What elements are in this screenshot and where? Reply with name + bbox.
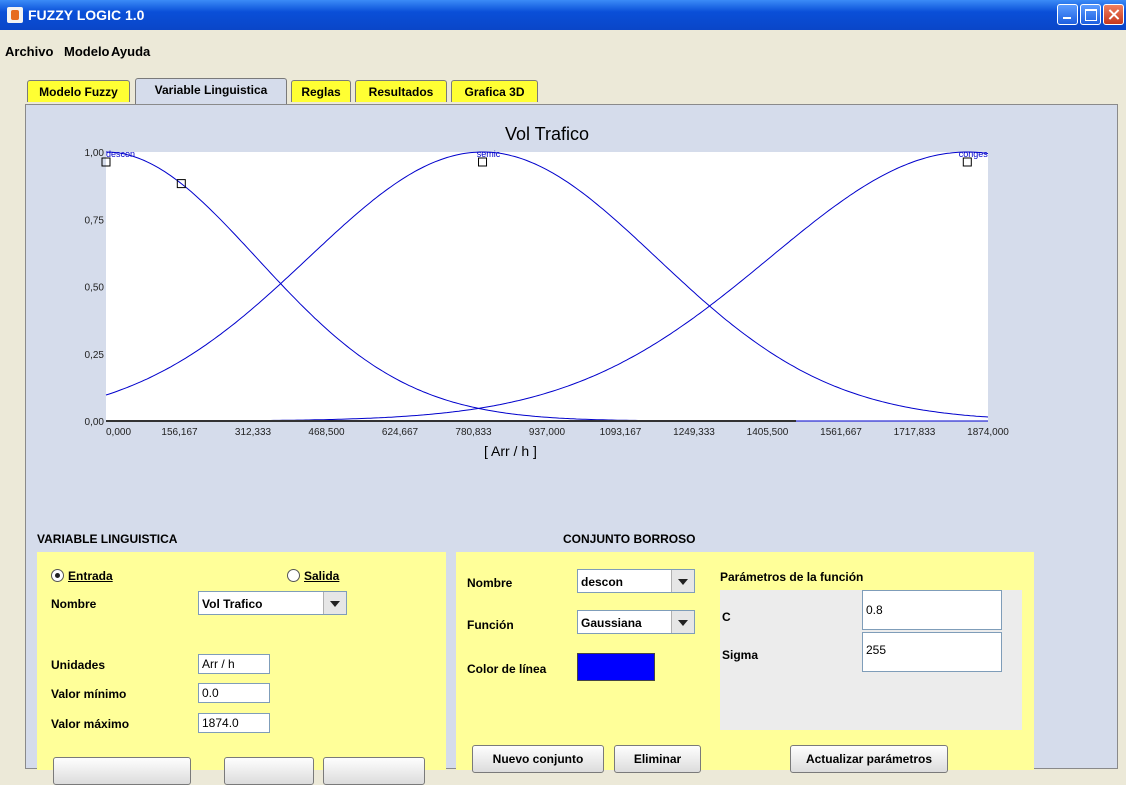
tab-modelo-fuzzy[interactable]: Modelo Fuzzy (27, 80, 130, 102)
eliminar-variable-button[interactable] (224, 757, 314, 785)
y-tick-label: 0,50 (85, 283, 105, 294)
x-tick-label: 156,167 (161, 427, 198, 438)
valor-minimo-label: Valor mínimo (51, 687, 127, 701)
valor-maximo-label: Valor máximo (51, 717, 130, 731)
funcion-combo[interactable]: Gaussiana (577, 610, 695, 634)
x-tick-label: 1405,500 (747, 427, 789, 438)
y-tick-label: 0,25 (85, 350, 105, 361)
chevron-down-icon[interactable] (671, 611, 694, 633)
sigma-field[interactable]: 255 (862, 632, 1002, 672)
conjunto-form: Nombre descon Función Gaussiana Color de… (456, 552, 1034, 773)
x-tick-label: 1561,667 (820, 427, 862, 438)
variable-nombre-combo[interactable]: Vol Trafico (198, 591, 347, 615)
conjunto-section-title: CONJUNTO BORROSO (563, 532, 696, 546)
minimize-button[interactable] (1057, 4, 1078, 25)
params-area: C 0.8 Sigma 255 (720, 590, 1022, 730)
line-color-swatch[interactable] (577, 653, 655, 681)
java-app-icon (7, 7, 23, 23)
unidades-label: Unidades (51, 658, 106, 672)
tab-resultados[interactable]: Resultados (355, 80, 447, 102)
y-tick-label: 1,00 (85, 148, 105, 159)
radio-entrada[interactable]: Entrada (51, 569, 113, 583)
nombre-label: Nombre (51, 597, 97, 611)
x-tick-label: 780,833 (455, 427, 492, 438)
tab-reglas[interactable]: Reglas (291, 80, 351, 102)
x-tick-label: 1874,000 (967, 427, 1009, 438)
tab-variable-linguistica[interactable]: Variable Linguistica (135, 78, 287, 104)
radio-entrada-indicator (51, 569, 64, 582)
title-bar: FUZZY LOGIC 1.0 (0, 0, 1126, 30)
actualizar-variable-button[interactable] (323, 757, 425, 785)
menu-modelo[interactable]: Modelo (64, 44, 110, 59)
y-tick-label: 0,00 (85, 417, 105, 428)
main-panel: Vol Trafico 0,00 0,25 0,50 0,75 1,00 0,000 15… (25, 104, 1118, 785)
c-field[interactable]: 0.8 (862, 590, 1002, 630)
radio-salida-indicator (287, 569, 300, 582)
funcion-label: Función (467, 618, 514, 632)
radio-salida[interactable]: Salida (287, 569, 339, 583)
radio-entrada-label: Entrada (68, 569, 113, 583)
x-tick-label: 624,667 (382, 427, 419, 438)
plot-area (106, 152, 988, 421)
params-title: Parámetros de la función (720, 570, 864, 584)
chevron-down-icon[interactable] (323, 592, 346, 614)
y-tick-label: 0,75 (85, 215, 105, 226)
x-tick-label: 937,000 (529, 427, 566, 438)
nueva-variable-button[interactable] (53, 757, 191, 785)
funcion-value: Gaussiana (581, 616, 642, 630)
sigma-label: Sigma (722, 648, 759, 662)
menu-ayuda[interactable]: Ayuda (111, 44, 150, 59)
chevron-down-icon[interactable] (671, 570, 694, 592)
chart-title: Vol Trafico (505, 124, 589, 144)
conjunto-nombre-combo[interactable]: descon (577, 569, 695, 593)
close-button[interactable] (1103, 4, 1124, 25)
maximize-button[interactable] (1080, 4, 1101, 25)
x-tick-label: 312,333 (235, 427, 272, 438)
valor-minimo-field[interactable]: 0.0 (198, 683, 270, 703)
radio-salida-label: Salida (304, 569, 340, 583)
x-tick-label: 1249,333 (673, 427, 715, 438)
variable-nombre-value: Vol Trafico (202, 597, 263, 611)
series-label-conges: conges (959, 149, 989, 159)
x-axis-label: [ Arr / h ] (484, 443, 537, 459)
variable-section-title: VARIABLE LINGUISTICA (37, 532, 178, 546)
unidades-field[interactable]: Arr / h (198, 654, 270, 674)
menu-archivo[interactable]: Archivo (5, 44, 53, 59)
c-label: C (722, 610, 731, 624)
window-title: FUZZY LOGIC 1.0 (28, 7, 145, 23)
membership-chart: Vol Trafico 0,00 0,25 0,50 0,75 1,00 0,000 15… (85, 124, 1010, 438)
series-label-semic: semic (477, 149, 501, 159)
x-tick-label: 468,500 (308, 427, 345, 438)
color-linea-label: Color de línea (467, 662, 547, 676)
menu-bar: Archivo Modelo Ayuda (0, 30, 1126, 66)
x-tick-label: 1093,167 (600, 427, 642, 438)
valor-maximo-field[interactable]: 1874.0 (198, 713, 270, 733)
x-tick-label: 0,000 (106, 427, 131, 438)
x-tick-label: 1717,833 (894, 427, 936, 438)
conjunto-nombre-label: Nombre (467, 576, 513, 590)
tab-grafica-3d[interactable]: Grafica 3D (451, 80, 538, 102)
variable-form: Entrada Salida Nombre Vol Trafico Unidad… (37, 552, 446, 785)
series-label-descon: descon (106, 149, 135, 159)
conjunto-nombre-value: descon (581, 575, 624, 589)
